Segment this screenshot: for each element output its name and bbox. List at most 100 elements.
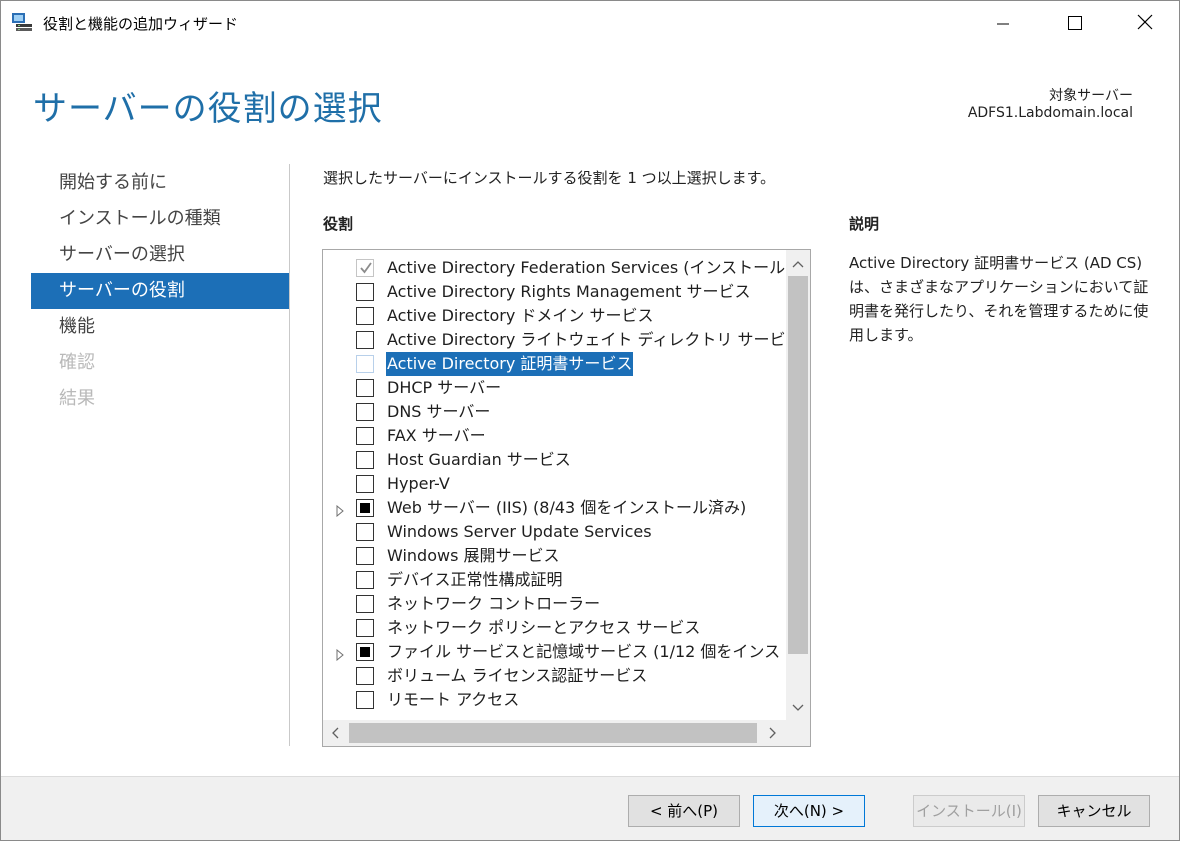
nav-divider xyxy=(289,164,290,746)
chevron-left-icon xyxy=(330,724,342,743)
role-row[interactable]: Hyper-V xyxy=(323,472,785,496)
role-label: ボリューム ライセンス認証サービス xyxy=(387,666,648,685)
role-label: Active Directory Rights Management サービス xyxy=(387,282,751,301)
back-button[interactable]: < 前へ(P) xyxy=(628,795,740,827)
nav-item-before-you-begin[interactable]: 開始する前に xyxy=(31,165,289,201)
target-server-label: 対象サーバー xyxy=(1049,88,1133,104)
scroll-left-button[interactable] xyxy=(327,724,345,742)
role-row[interactable]: Web サーバー (IIS) (8/43 個をインストール済み) xyxy=(323,496,785,520)
role-row[interactable]: DHCP サーバー xyxy=(323,376,785,400)
page-title: サーバーの役割の選択 xyxy=(33,89,383,129)
role-row[interactable]: デバイス正常性構成証明 xyxy=(323,568,785,592)
role-label: DHCP サーバー xyxy=(387,378,502,397)
role-row[interactable]: Active Directory 証明書サービス xyxy=(323,352,785,376)
nav-item-features[interactable]: 機能 xyxy=(31,309,289,345)
next-button[interactable]: 次へ(N) > xyxy=(753,795,865,827)
maximize-button[interactable] xyxy=(1041,1,1109,47)
nav-item-server-roles[interactable]: サーバーの役割 xyxy=(31,273,289,309)
role-checkbox[interactable] xyxy=(356,451,374,469)
wizard-nav: 開始する前に インストールの種類 サーバーの選択 サーバーの役割 機能 確認 結… xyxy=(31,165,289,417)
target-server-name: ADFS1.Labdomain.local xyxy=(967,105,1133,121)
role-label: Web サーバー (IIS) (8/43 個をインストール済み) xyxy=(387,498,747,517)
role-label: Active Directory 証明書サービス xyxy=(386,352,634,376)
role-row[interactable]: Active Directory ライトウェイト ディレクトリ サービス xyxy=(323,328,785,352)
role-label: Hyper-V xyxy=(387,474,450,493)
close-icon xyxy=(1137,14,1153,34)
role-checkbox[interactable] xyxy=(356,403,374,421)
minimize-button[interactable] xyxy=(969,1,1037,47)
role-label: ネットワーク ポリシーとアクセス サービス xyxy=(387,618,701,637)
role-checkbox[interactable] xyxy=(356,427,374,445)
maximize-icon xyxy=(1068,15,1082,34)
wizard-window: 役割と機能の追加ウィザード サーバーの役割の選択 対象サーバー ADFS1.La… xyxy=(0,0,1180,841)
role-checkbox[interactable] xyxy=(356,691,374,709)
role-row[interactable]: ネットワーク ポリシーとアクセス サービス xyxy=(323,616,785,640)
scroll-up-button[interactable] xyxy=(786,256,810,272)
role-label: ネットワーク コントローラー xyxy=(387,594,601,613)
scrollbar-corner xyxy=(786,720,810,746)
role-checkbox[interactable] xyxy=(356,571,374,589)
role-row[interactable]: Windows 展開サービス xyxy=(323,544,785,568)
role-row[interactable]: Active Directory ドメイン サービス xyxy=(323,304,785,328)
role-checkbox[interactable] xyxy=(356,643,374,661)
horizontal-scroll-thumb[interactable] xyxy=(349,723,757,743)
role-checkbox[interactable] xyxy=(356,547,374,565)
install-button: インストール(I) xyxy=(913,795,1025,827)
description-heading: 説明 xyxy=(849,215,880,233)
cancel-button[interactable]: キャンセル xyxy=(1038,795,1150,827)
role-label: Host Guardian サービス xyxy=(387,450,571,469)
expand-arrow-icon[interactable] xyxy=(335,646,345,662)
role-checkbox[interactable] xyxy=(356,331,374,349)
chevron-right-icon xyxy=(766,724,778,743)
close-button[interactable] xyxy=(1111,1,1179,47)
role-label: Active Directory ドメイン サービス xyxy=(387,306,654,325)
nav-item-results: 結果 xyxy=(59,388,95,409)
roles-heading: 役割 xyxy=(323,215,354,233)
role-row[interactable]: ファイル サービスと記憶域サービス (1/12 個をインストール済み) xyxy=(323,640,785,664)
scroll-right-button[interactable] xyxy=(763,724,781,742)
horizontal-scrollbar[interactable] xyxy=(323,720,810,746)
role-label: DNS サーバー xyxy=(387,402,491,421)
role-row[interactable]: Windows Server Update Services xyxy=(323,520,785,544)
server-manager-icon xyxy=(11,12,33,34)
role-label: Windows 展開サービス xyxy=(387,546,560,565)
role-row[interactable]: ネットワーク コントローラー xyxy=(323,592,785,616)
role-label: デバイス正常性構成証明 xyxy=(387,570,563,589)
wizard-footer: < 前へ(P) 次へ(N) > インストール(I) キャンセル xyxy=(1,776,1179,840)
role-checkbox[interactable] xyxy=(356,307,374,325)
role-checkbox[interactable] xyxy=(356,355,374,373)
role-checkbox[interactable] xyxy=(356,667,374,685)
role-row[interactable]: Active Directory Rights Management サービス xyxy=(323,280,785,304)
vertical-scrollbar[interactable] xyxy=(786,250,810,720)
roles-list: Active Directory Federation Services (イン… xyxy=(323,256,785,718)
nav-item-confirmation: 確認 xyxy=(59,352,95,373)
role-row[interactable]: Active Directory Federation Services (イン… xyxy=(323,256,785,280)
role-row[interactable]: ボリューム ライセンス認証サービス xyxy=(323,664,785,688)
role-checkbox[interactable] xyxy=(356,379,374,397)
nav-item-installation-type[interactable]: インストールの種類 xyxy=(31,201,289,237)
role-checkbox xyxy=(356,259,374,277)
chevron-down-icon xyxy=(792,698,804,714)
description-text: Active Directory 証明書サービス (AD CS) は、さまざまな… xyxy=(849,254,1149,344)
expand-arrow-icon[interactable] xyxy=(335,502,345,518)
role-checkbox[interactable] xyxy=(356,283,374,301)
title-bar: 役割と機能の追加ウィザード xyxy=(1,1,1179,47)
role-checkbox[interactable] xyxy=(356,475,374,493)
role-row[interactable]: リモート アクセス xyxy=(323,688,785,712)
role-label: リモート アクセス xyxy=(387,690,520,709)
role-label: ファイル サービスと記憶域サービス (1/12 個をインストール済み) xyxy=(387,642,785,661)
role-checkbox[interactable] xyxy=(356,595,374,613)
role-checkbox[interactable] xyxy=(356,499,374,517)
role-checkbox[interactable] xyxy=(356,619,374,637)
vertical-scroll-thumb[interactable] xyxy=(788,276,808,654)
scroll-down-button[interactable] xyxy=(786,698,810,714)
roles-listbox[interactable]: Active Directory Federation Services (イン… xyxy=(322,249,811,747)
role-label: Windows Server Update Services xyxy=(387,522,652,541)
window-title: 役割と機能の追加ウィザード xyxy=(43,15,239,33)
role-label: FAX サーバー xyxy=(387,426,486,445)
role-row[interactable]: Host Guardian サービス xyxy=(323,448,785,472)
role-checkbox[interactable] xyxy=(356,523,374,541)
role-row[interactable]: DNS サーバー xyxy=(323,400,785,424)
role-row[interactable]: FAX サーバー xyxy=(323,424,785,448)
nav-item-server-selection[interactable]: サーバーの選択 xyxy=(31,237,289,273)
